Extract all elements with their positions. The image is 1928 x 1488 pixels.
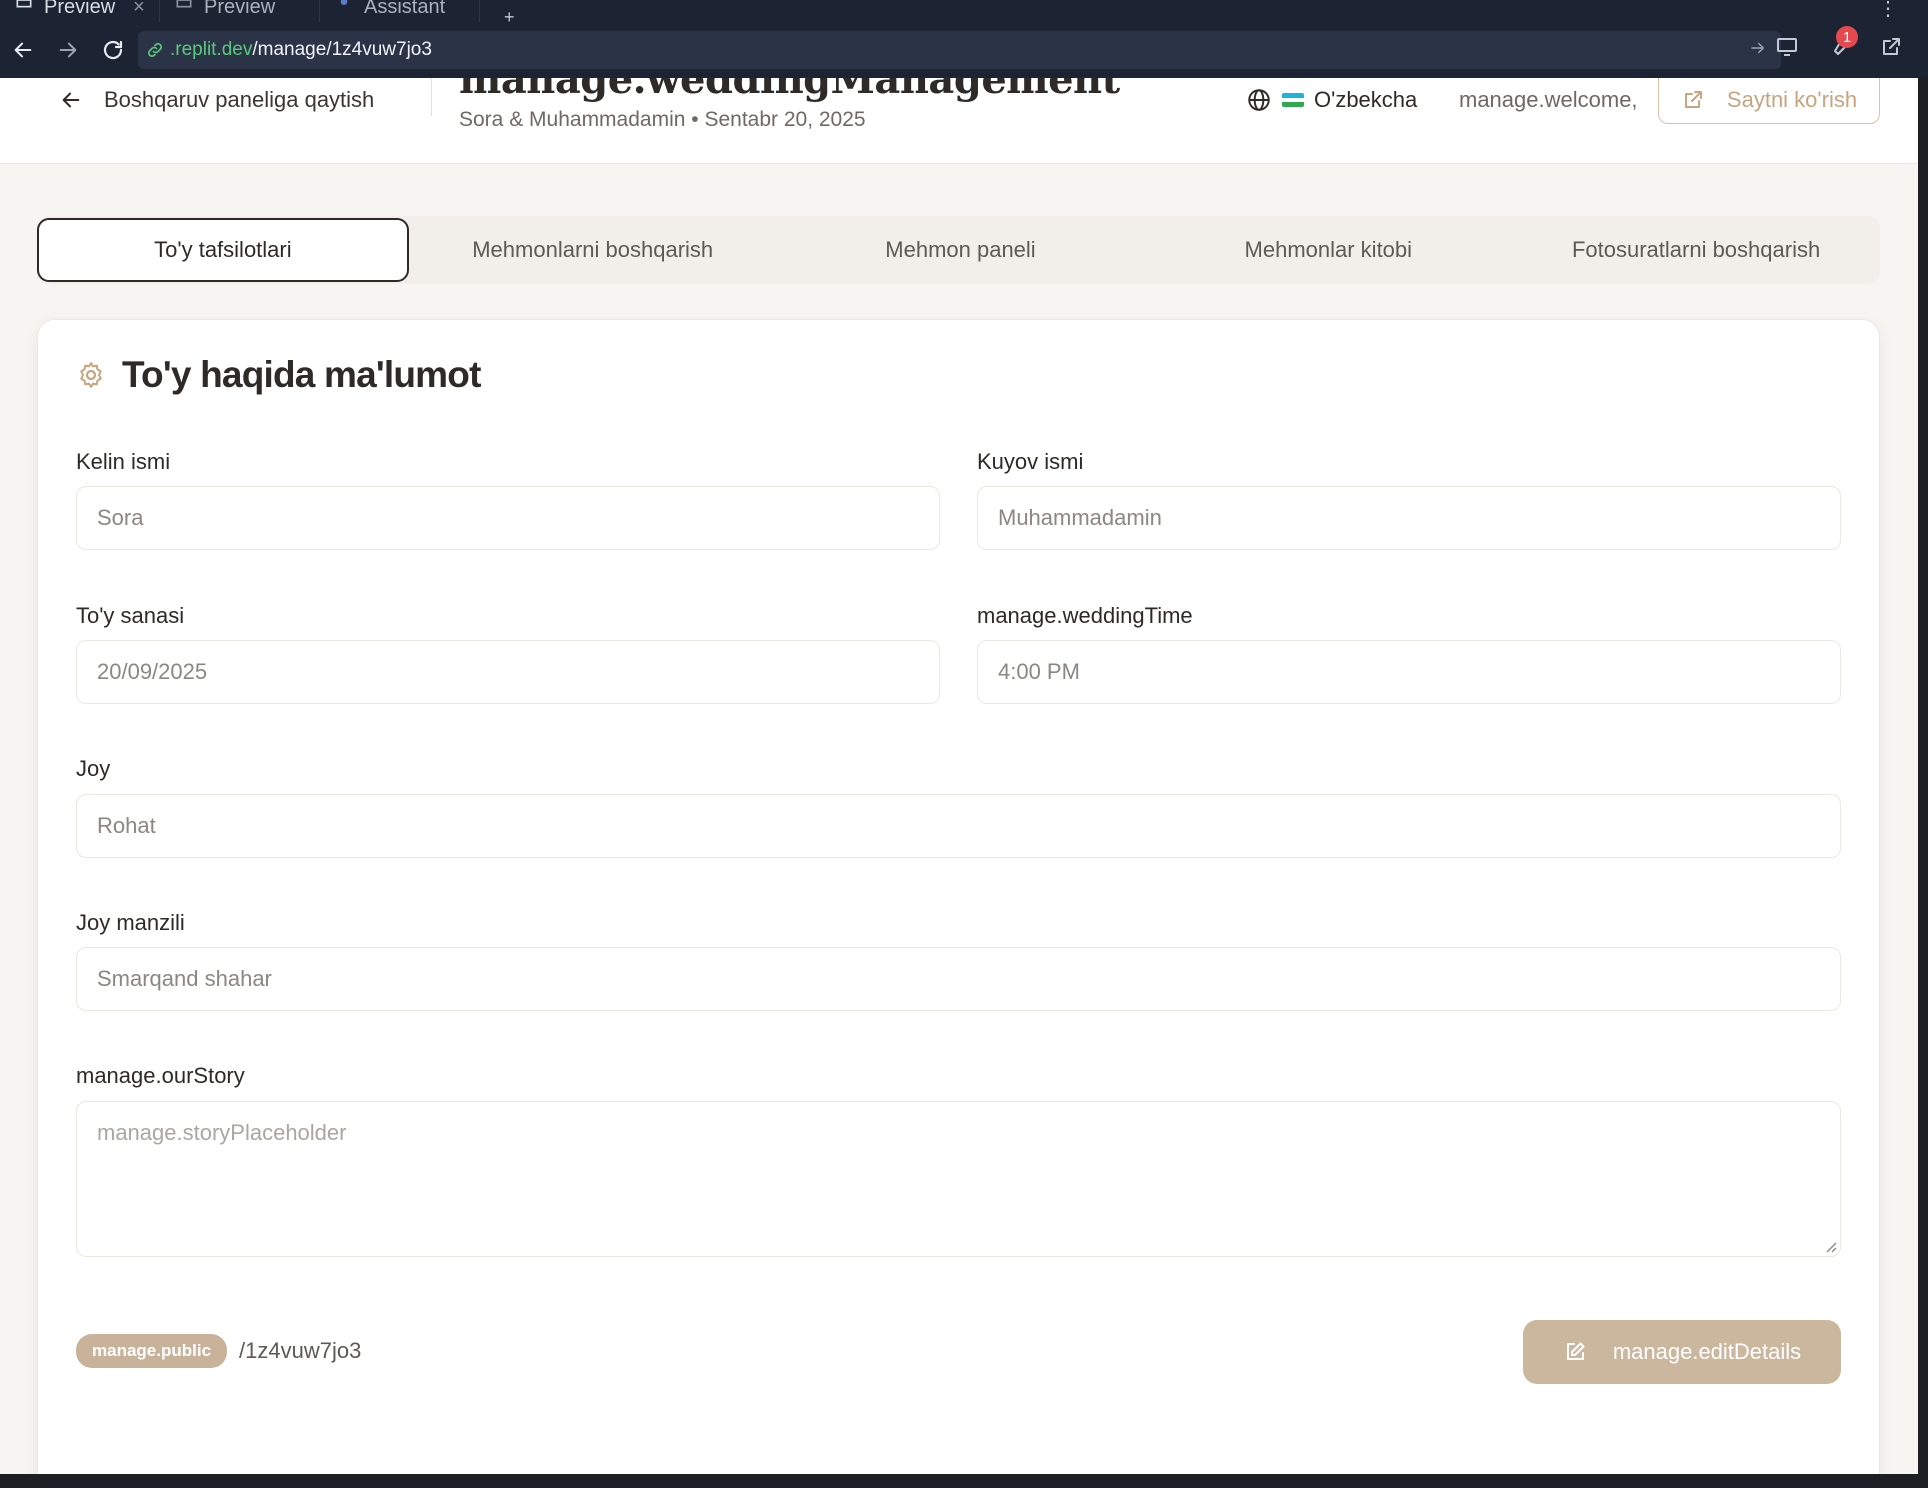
header-divider <box>431 78 432 116</box>
view-site-button[interactable]: Saytni ko'rish <box>1658 78 1880 124</box>
page-title: manage.weddingManagement <box>459 78 1120 103</box>
arrow-right-icon <box>59 42 77 58</box>
browser-toolbar: .replit.dev/manage/1z4vuw7jo3 1 <box>0 22 1928 78</box>
section-tabs: To'y tafsilotlari Mehmonlarni boshqarish… <box>37 216 1880 284</box>
page-header: Boshqaruv paneliga qaytish manage.weddin… <box>0 78 1918 164</box>
public-slug: /1z4vuw7jo3 <box>239 1338 362 1363</box>
scrollbar-track[interactable] <box>1918 78 1928 1474</box>
url-domain: .replit.dev <box>170 39 253 60</box>
browser-tab-label: Assistant <box>364 0 446 18</box>
venue-label: Joy <box>76 756 111 781</box>
globe-icon <box>1248 89 1270 111</box>
bride-name-label: Kelin ismi <box>76 449 171 474</box>
new-tab-icon[interactable]: + <box>504 8 515 26</box>
screen: Preview × Preview Assistant + ⋮ .replit.… <box>0 0 1928 1488</box>
back-link-label: Boshqaruv paneliga qaytish <box>104 87 375 112</box>
uzbekistan-flag-icon <box>1282 93 1304 107</box>
monitor-icon <box>16 0 32 8</box>
devtools-button[interactable]: 1 <box>1822 26 1858 64</box>
edit-details-label: manage.editDetails <box>1612 1339 1802 1364</box>
our-story-placeholder: manage.storyPlaceholder <box>97 1120 347 1145</box>
tab-guest-panel[interactable]: Mehmon paneli <box>777 218 1145 282</box>
reload-icon <box>103 40 123 60</box>
language-label: O'zbekcha <box>1314 87 1418 112</box>
welcome-text: manage.welcome, <box>1459 87 1638 112</box>
back-to-dashboard-link[interactable]: Boshqaruv paneliga qaytish <box>60 82 374 118</box>
browser-tab-label: Preview <box>204 0 276 18</box>
venue-address-label: Joy manzili <box>76 910 185 935</box>
browser-tab-strip: Preview × Preview Assistant + ⋮ <box>0 0 1928 26</box>
monitor-icon <box>1777 38 1797 56</box>
reload-button[interactable] <box>91 28 135 72</box>
address-bar[interactable]: .replit.dev/manage/1z4vuw7jo3 <box>138 31 1781 69</box>
tab-guestbook[interactable]: Mehmonlar kitobi <box>1144 218 1512 282</box>
browser-tab[interactable]: Preview × <box>0 0 160 22</box>
url-text: .replit.dev/manage/1z4vuw7jo3 <box>170 39 432 61</box>
tab-wedding-details[interactable]: To'y tafsilotlari <box>37 218 409 282</box>
view-site-label: Saytni ko'rish <box>1726 87 1858 112</box>
groom-name-field[interactable]: Muhammadamin <box>977 486 1841 550</box>
venue-field[interactable]: Rohat <box>76 794 1841 858</box>
wedding-info-card: To'y haqida ma'lumot Kelin ismi Sora Kuy… <box>37 319 1880 1474</box>
back-button[interactable] <box>1 28 45 72</box>
page-subtitle: Sora & Muhammadamin • Sentabr 20, 2025 <box>459 108 866 131</box>
venue-address-field[interactable]: Smarqand shahar <box>76 947 1841 1011</box>
tab-guest-management[interactable]: Mehmonlarni boshqarish <box>409 218 777 282</box>
monitor-icon <box>176 0 192 8</box>
public-url-row: manage.public /1z4vuw7jo3 <box>76 1334 361 1368</box>
bride-name-field[interactable]: Sora <box>76 486 940 550</box>
go-arrow-icon[interactable] <box>1749 39 1767 57</box>
url-path: /manage/1z4vuw7jo3 <box>252 39 432 60</box>
assistant-icon <box>340 0 348 5</box>
page-viewport: Boshqaruv paneliga qaytish manage.weddin… <box>0 78 1918 1474</box>
public-badge: manage.public <box>76 1334 228 1368</box>
our-story-textarea[interactable]: manage.storyPlaceholder <box>76 1101 1841 1257</box>
notification-badge: 1 <box>1836 26 1858 48</box>
browser-tab[interactable]: Assistant <box>320 0 480 22</box>
card-header: To'y haqida ma'lumot <box>76 354 481 396</box>
wedding-time-label: manage.weddingTime <box>977 603 1193 628</box>
external-link-icon <box>1684 91 1702 108</box>
language-selector[interactable]: O'zbekcha <box>1246 82 1417 118</box>
groom-name-label: Kuyov ismi <box>977 449 1084 474</box>
more-icon[interactable]: ⋮ <box>1878 0 1898 21</box>
wedding-date-label: To'y sanasi <box>76 603 185 628</box>
wedding-date-field[interactable]: 20/09/2025 <box>76 640 940 704</box>
our-story-label: manage.ourStory <box>76 1063 245 1088</box>
gear-icon <box>80 362 102 388</box>
resize-handle-icon[interactable] <box>1823 1239 1837 1253</box>
card-title: To'y haqida ma'lumot <box>122 354 481 395</box>
tab-photo-management[interactable]: Fotosuratlarni boshqarish <box>1512 218 1880 282</box>
devices-button[interactable] <box>1770 30 1804 64</box>
toolbar-actions: 1 <box>1770 26 1908 64</box>
arrow-left-icon <box>62 92 80 108</box>
external-link-icon <box>1883 38 1900 55</box>
edit-details-button[interactable]: manage.editDetails <box>1523 1320 1841 1384</box>
window-bottom-edge <box>0 1474 1928 1488</box>
open-external-button[interactable] <box>1874 30 1908 64</box>
forward-button[interactable] <box>46 28 90 72</box>
browser-tab-label: Preview <box>44 0 116 18</box>
wedding-time-field[interactable]: 4:00 PM <box>977 640 1841 704</box>
edit-icon <box>1566 1342 1585 1360</box>
link-icon <box>148 43 162 57</box>
close-icon[interactable]: × <box>133 0 145 17</box>
browser-tab[interactable]: Preview <box>160 0 320 22</box>
arrow-left-icon <box>14 42 32 58</box>
